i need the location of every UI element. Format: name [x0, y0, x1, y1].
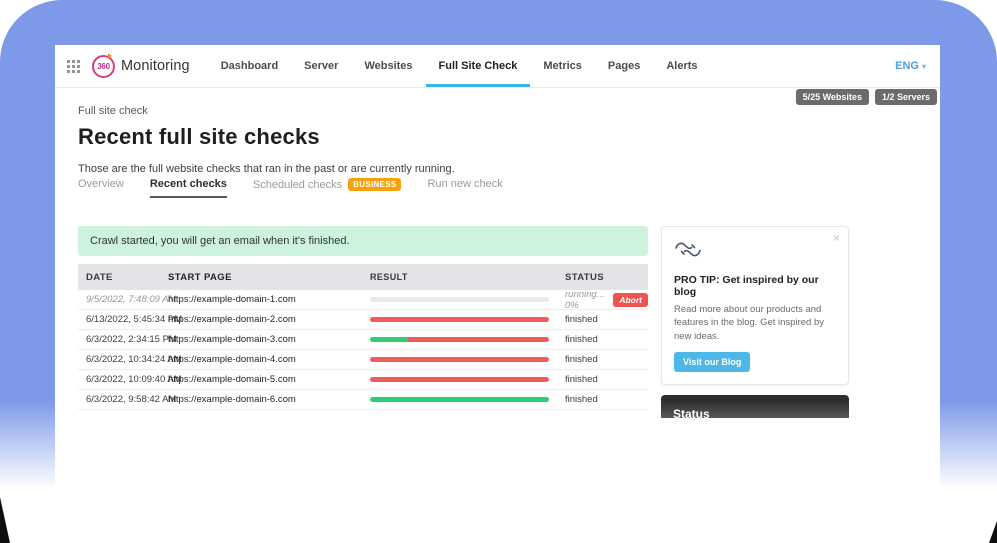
column-header-date: DATE — [78, 272, 160, 283]
chevron-down-icon: ▾ — [922, 62, 926, 71]
cell-date: 6/3/2022, 2:34:15 PM — [78, 334, 160, 345]
tab-label: Overview — [78, 178, 124, 190]
frame-bottom-fade — [0, 400, 997, 543]
column-header-start-page: START PAGE — [160, 272, 362, 283]
table-header: DATESTART PAGERESULTSTATUS — [78, 264, 648, 290]
checks-column: Crawl started, you will get an email whe… — [78, 226, 648, 410]
cell-status: finished — [557, 314, 648, 325]
language-label: ENG — [895, 60, 919, 72]
pro-tip-title: PRO TIP: Get inspired by our blog — [674, 274, 836, 298]
logo-flag-icon — [108, 53, 112, 59]
progress-segment — [370, 357, 549, 362]
progress-segment — [370, 317, 549, 322]
abort-button[interactable]: Abort — [613, 293, 648, 307]
cell-date: 6/3/2022, 10:34:24 AM — [78, 354, 160, 365]
progress-bar — [370, 337, 549, 342]
nav-item-alerts[interactable]: Alerts — [653, 45, 710, 87]
table-row: 9/5/2022, 7:48:09 AMhttps://example-doma… — [78, 290, 648, 310]
table-row: 6/13/2022, 5:45:34 PMhttps://example-dom… — [78, 310, 648, 330]
cell-date: 6/3/2022, 10:09:40 AM — [78, 374, 160, 385]
tabs: Overview Recent checks Scheduled checks BUS… — [78, 178, 503, 198]
nav-item-full-site-check[interactable]: Full Site Check — [426, 45, 531, 87]
column-header-status: STATUS — [557, 272, 648, 283]
table-row: 6/3/2022, 2:34:15 PMhttps://example-doma… — [78, 330, 648, 350]
tab-label: Scheduled checks — [253, 179, 342, 191]
cell-start-page[interactable]: https://example-domain-4.com — [160, 354, 362, 365]
progress-segment — [408, 337, 549, 342]
cell-date: 6/13/2022, 5:45:34 PM — [78, 314, 160, 325]
success-banner: Crawl started, you will get an email whe… — [78, 226, 648, 256]
nav-item-websites[interactable]: Websites — [351, 45, 425, 87]
visit-blog-button[interactable]: Visit our Blog — [674, 352, 750, 372]
nav-item-pages[interactable]: Pages — [595, 45, 653, 87]
page-head: Full site check Recent full site checks … — [78, 105, 455, 175]
nav-left-group: 360 Monitoring — [67, 45, 208, 87]
brand-logo[interactable]: 360 Monitoring — [92, 55, 190, 78]
handshake-icon — [674, 247, 702, 264]
progress-segment — [370, 377, 549, 382]
status-text: finished — [565, 374, 598, 385]
nav-items: DashboardServerWebsitesFull Site CheckMe… — [208, 45, 711, 87]
cell-status: finished — [557, 374, 648, 385]
nav-item-dashboard[interactable]: Dashboard — [208, 45, 291, 87]
status-text: running... 0% — [565, 289, 606, 311]
side-column: × PRO TIP: Get inspired by our blog Read… — [661, 226, 849, 418]
status-text: finished — [565, 354, 598, 365]
tab-scheduled-checks[interactable]: Scheduled checks BUSINESS — [253, 178, 402, 197]
cell-result — [362, 357, 557, 362]
business-badge: BUSINESS — [348, 178, 401, 191]
progress-bar — [370, 317, 549, 322]
breadcrumb: Full site check — [78, 105, 455, 117]
brand-name: Monitoring — [121, 58, 190, 74]
progress-segment — [370, 297, 549, 302]
content-area: Crawl started, you will get an email whe… — [78, 226, 918, 418]
nav-item-server[interactable]: Server — [291, 45, 351, 87]
progress-bar — [370, 357, 549, 362]
page-subtitle: Those are the full website checks that r… — [78, 163, 455, 175]
app-launcher-icon[interactable] — [67, 60, 80, 73]
progress-segment — [370, 337, 408, 342]
cell-status: finished — [557, 334, 648, 345]
cell-start-page[interactable]: https://example-domain-3.com — [160, 334, 362, 345]
status-text: finished — [565, 334, 598, 345]
cell-result — [362, 317, 557, 322]
pro-tip-card: × PRO TIP: Get inspired by our blog Read… — [661, 226, 849, 385]
cell-result — [362, 297, 557, 302]
tab-recent-checks[interactable]: Recent checks — [150, 178, 227, 198]
cell-start-page[interactable]: https://example-domain-1.com — [160, 294, 362, 305]
language-selector[interactable]: ENG ▾ — [895, 45, 926, 87]
status-text: finished — [565, 314, 598, 325]
progress-bar — [370, 297, 549, 302]
marketing-frame: 360 Monitoring DashboardServerWebsitesFu… — [0, 0, 997, 543]
cell-start-page[interactable]: https://example-domain-2.com — [160, 314, 362, 325]
app-window: 360 Monitoring DashboardServerWebsitesFu… — [55, 45, 940, 418]
close-icon[interactable]: × — [833, 231, 840, 245]
cell-status: running... 0% Abort — [557, 289, 648, 311]
nav-item-metrics[interactable]: Metrics — [530, 45, 595, 87]
page-title: Recent full site checks — [78, 124, 455, 150]
cell-date: 9/5/2022, 7:48:09 AM — [78, 294, 160, 305]
column-header-result: RESULT — [362, 272, 557, 282]
cell-result — [362, 377, 557, 382]
table-row: 6/3/2022, 10:34:24 AMhttps://example-dom… — [78, 350, 648, 370]
tab-label: Recent checks — [150, 178, 227, 190]
tab-label: Run new check — [427, 178, 502, 190]
usage-badges: 5/25 Websites 1/2 Servers — [796, 89, 937, 105]
tab-run-new-check[interactable]: Run new check — [427, 178, 502, 196]
progress-bar — [370, 377, 549, 382]
cell-result — [362, 337, 557, 342]
cell-status: finished — [557, 354, 648, 365]
usage-badge-5-25-websites: 5/25 Websites — [796, 89, 869, 105]
table-row: 6/3/2022, 10:09:40 AMhttps://example-dom… — [78, 370, 648, 390]
logo-360-icon: 360 — [92, 55, 115, 78]
top-navbar: 360 Monitoring DashboardServerWebsitesFu… — [55, 45, 940, 88]
usage-badge-1-2-servers: 1/2 Servers — [875, 89, 937, 105]
pro-tip-body: Read more about our products and feature… — [674, 303, 836, 343]
tab-overview[interactable]: Overview — [78, 178, 124, 196]
table-body: 9/5/2022, 7:48:09 AMhttps://example-doma… — [78, 290, 648, 410]
logo-360-text: 360 — [97, 62, 109, 71]
cell-start-page[interactable]: https://example-domain-5.com — [160, 374, 362, 385]
